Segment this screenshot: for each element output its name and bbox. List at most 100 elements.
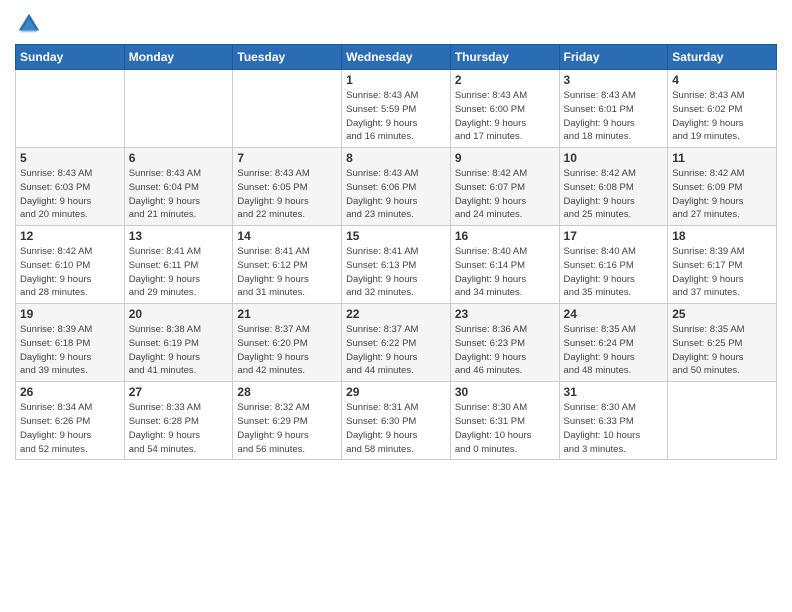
day-info: Sunrise: 8:42 AM Sunset: 6:07 PM Dayligh… xyxy=(455,167,555,222)
day-info: Sunrise: 8:42 AM Sunset: 6:10 PM Dayligh… xyxy=(20,245,120,300)
calendar-cell: 17Sunrise: 8:40 AM Sunset: 6:16 PM Dayli… xyxy=(559,226,668,304)
day-number: 26 xyxy=(20,385,120,399)
day-number: 22 xyxy=(346,307,446,321)
day-number: 10 xyxy=(564,151,664,165)
calendar-cell: 15 Sunrise: 8:41 AM Sunset: 6:13 PM Dayli… xyxy=(342,226,451,304)
day-number: 29 xyxy=(346,385,446,399)
weekday-header-sunday: Sunday xyxy=(16,45,125,70)
day-number: 3 xyxy=(564,73,664,87)
calendar-cell: 9 Sunrise: 8:42 AM Sunset: 6:07 PM Daylig… xyxy=(450,148,559,226)
day-info: Sunrise: 8:35 AM Sunset: 6:25 PM Dayligh… xyxy=(672,323,772,378)
calendar-cell: 13 Sunrise: 8:41 AM Sunset: 6:11 PM Dayli… xyxy=(124,226,233,304)
day-number: 30 xyxy=(455,385,555,399)
day-number: 23 xyxy=(455,307,555,321)
calendar-cell xyxy=(668,382,777,460)
day-number: 6 xyxy=(129,151,229,165)
calendar-cell: 27 Sunrise: 8:33 AM Sunset: 6:28 PM Dayli… xyxy=(124,382,233,460)
calendar-cell: 12 Sunrise: 8:42 AM Sunset: 6:10 PM Dayli… xyxy=(16,226,125,304)
day-number: 16 xyxy=(455,229,555,243)
weekday-header-monday: Monday xyxy=(124,45,233,70)
day-number: 12 xyxy=(20,229,120,243)
calendar-cell: 24Sunrise: 8:35 AM Sunset: 6:24 PM Dayli… xyxy=(559,304,668,382)
logo xyxy=(15,10,47,38)
calendar-cell xyxy=(124,70,233,148)
calendar-cell: 21Sunrise: 8:37 AM Sunset: 6:20 PM Dayli… xyxy=(233,304,342,382)
calendar-cell xyxy=(16,70,125,148)
day-info: Sunrise: 8:38 AM Sunset: 6:19 PM Dayligh… xyxy=(129,323,229,378)
day-number: 31 xyxy=(564,385,664,399)
day-number: 18 xyxy=(672,229,772,243)
day-info: Sunrise: 8:43 AM Sunset: 6:04 PM Dayligh… xyxy=(129,167,229,222)
calendar-cell: 26Sunrise: 8:34 AM Sunset: 6:26 PM Dayli… xyxy=(16,382,125,460)
calendar-cell: 25Sunrise: 8:35 AM Sunset: 6:25 PM Dayli… xyxy=(668,304,777,382)
day-info: Sunrise: 8:43 AM Sunset: 6:03 PM Dayligh… xyxy=(20,167,120,222)
calendar-cell: 1 Sunrise: 8:43 AM Sunset: 5:59 PM Daylig… xyxy=(342,70,451,148)
calendar-cell: 11 Sunrise: 8:42 AM Sunset: 6:09 PM Dayli… xyxy=(668,148,777,226)
weekday-row: SundayMondayTuesdayWednesdayThursdayFrid… xyxy=(16,45,777,70)
page: SundayMondayTuesdayWednesdayThursdayFrid… xyxy=(0,0,792,612)
day-number: 20 xyxy=(129,307,229,321)
day-number: 9 xyxy=(455,151,555,165)
calendar-week-5: 26Sunrise: 8:34 AM Sunset: 6:26 PM Dayli… xyxy=(16,382,777,460)
calendar-cell: 28Sunrise: 8:32 AM Sunset: 6:29 PM Dayli… xyxy=(233,382,342,460)
calendar-table: SundayMondayTuesdayWednesdayThursdayFrid… xyxy=(15,44,777,460)
day-number: 17 xyxy=(564,229,664,243)
day-number: 5 xyxy=(20,151,120,165)
day-info: Sunrise: 8:42 AM Sunset: 6:08 PM Dayligh… xyxy=(564,167,664,222)
day-number: 19 xyxy=(20,307,120,321)
calendar-cell: 20 Sunrise: 8:38 AM Sunset: 6:19 PM Dayli… xyxy=(124,304,233,382)
calendar-week-2: 5 Sunrise: 8:43 AM Sunset: 6:03 PM Daylig… xyxy=(16,148,777,226)
day-info: Sunrise: 8:43 AM Sunset: 6:01 PM Dayligh… xyxy=(564,89,664,144)
day-number: 28 xyxy=(237,385,337,399)
day-number: 14 xyxy=(237,229,337,243)
day-number: 21 xyxy=(237,307,337,321)
day-info: Sunrise: 8:41 AM Sunset: 6:12 PM Dayligh… xyxy=(237,245,337,300)
day-number: 15 xyxy=(346,229,446,243)
calendar-cell: 5 Sunrise: 8:43 AM Sunset: 6:03 PM Daylig… xyxy=(16,148,125,226)
calendar-cell: 30 Sunrise: 8:30 AM Sunset: 6:31 PM Dayli… xyxy=(450,382,559,460)
weekday-header-saturday: Saturday xyxy=(668,45,777,70)
calendar-cell: 2 Sunrise: 8:43 AM Sunset: 6:00 PM Daylig… xyxy=(450,70,559,148)
calendar-cell: 22 Sunrise: 8:37 AM Sunset: 6:22 PM Dayli… xyxy=(342,304,451,382)
calendar-cell: 7 Sunrise: 8:43 AM Sunset: 6:05 PM Daylig… xyxy=(233,148,342,226)
day-info: Sunrise: 8:43 AM Sunset: 5:59 PM Dayligh… xyxy=(346,89,446,144)
calendar-cell: 29 Sunrise: 8:31 AM Sunset: 6:30 PM Dayli… xyxy=(342,382,451,460)
day-number: 27 xyxy=(129,385,229,399)
day-info: Sunrise: 8:39 AM Sunset: 6:17 PM Dayligh… xyxy=(672,245,772,300)
calendar-body: 1 Sunrise: 8:43 AM Sunset: 5:59 PM Daylig… xyxy=(16,70,777,460)
day-number: 7 xyxy=(237,151,337,165)
weekday-header-tuesday: Tuesday xyxy=(233,45,342,70)
day-info: Sunrise: 8:42 AM Sunset: 6:09 PM Dayligh… xyxy=(672,167,772,222)
calendar-week-3: 12 Sunrise: 8:42 AM Sunset: 6:10 PM Dayli… xyxy=(16,226,777,304)
calendar-cell: 16Sunrise: 8:40 AM Sunset: 6:14 PM Dayli… xyxy=(450,226,559,304)
weekday-header-friday: Friday xyxy=(559,45,668,70)
day-info: Sunrise: 8:30 AM Sunset: 6:31 PM Dayligh… xyxy=(455,401,555,456)
calendar-week-1: 1 Sunrise: 8:43 AM Sunset: 5:59 PM Daylig… xyxy=(16,70,777,148)
calendar-header: SundayMondayTuesdayWednesdayThursdayFrid… xyxy=(16,45,777,70)
day-number: 8 xyxy=(346,151,446,165)
weekday-header-wednesday: Wednesday xyxy=(342,45,451,70)
day-info: Sunrise: 8:43 AM Sunset: 6:00 PM Dayligh… xyxy=(455,89,555,144)
day-number: 24 xyxy=(564,307,664,321)
calendar-cell: 3 Sunrise: 8:43 AM Sunset: 6:01 PM Daylig… xyxy=(559,70,668,148)
logo-icon xyxy=(15,10,43,38)
day-info: Sunrise: 8:39 AM Sunset: 6:18 PM Dayligh… xyxy=(20,323,120,378)
calendar-cell: 23 Sunrise: 8:36 AM Sunset: 6:23 PM Dayli… xyxy=(450,304,559,382)
calendar-cell: 10 Sunrise: 8:42 AM Sunset: 6:08 PM Dayli… xyxy=(559,148,668,226)
day-number: 1 xyxy=(346,73,446,87)
day-info: Sunrise: 8:30 AM Sunset: 6:33 PM Dayligh… xyxy=(564,401,664,456)
day-info: Sunrise: 8:37 AM Sunset: 6:22 PM Dayligh… xyxy=(346,323,446,378)
day-info: Sunrise: 8:33 AM Sunset: 6:28 PM Dayligh… xyxy=(129,401,229,456)
calendar-week-4: 19 Sunrise: 8:39 AM Sunset: 6:18 PM Dayli… xyxy=(16,304,777,382)
calendar-cell: 4Sunrise: 8:43 AM Sunset: 6:02 PM Daylig… xyxy=(668,70,777,148)
day-info: Sunrise: 8:41 AM Sunset: 6:13 PM Dayligh… xyxy=(346,245,446,300)
day-info: Sunrise: 8:31 AM Sunset: 6:30 PM Dayligh… xyxy=(346,401,446,456)
day-number: 11 xyxy=(672,151,772,165)
calendar-cell: 18 Sunrise: 8:39 AM Sunset: 6:17 PM Dayli… xyxy=(668,226,777,304)
day-info: Sunrise: 8:41 AM Sunset: 6:11 PM Dayligh… xyxy=(129,245,229,300)
day-number: 2 xyxy=(455,73,555,87)
day-info: Sunrise: 8:43 AM Sunset: 6:05 PM Dayligh… xyxy=(237,167,337,222)
header xyxy=(15,10,777,38)
day-info: Sunrise: 8:36 AM Sunset: 6:23 PM Dayligh… xyxy=(455,323,555,378)
day-number: 13 xyxy=(129,229,229,243)
